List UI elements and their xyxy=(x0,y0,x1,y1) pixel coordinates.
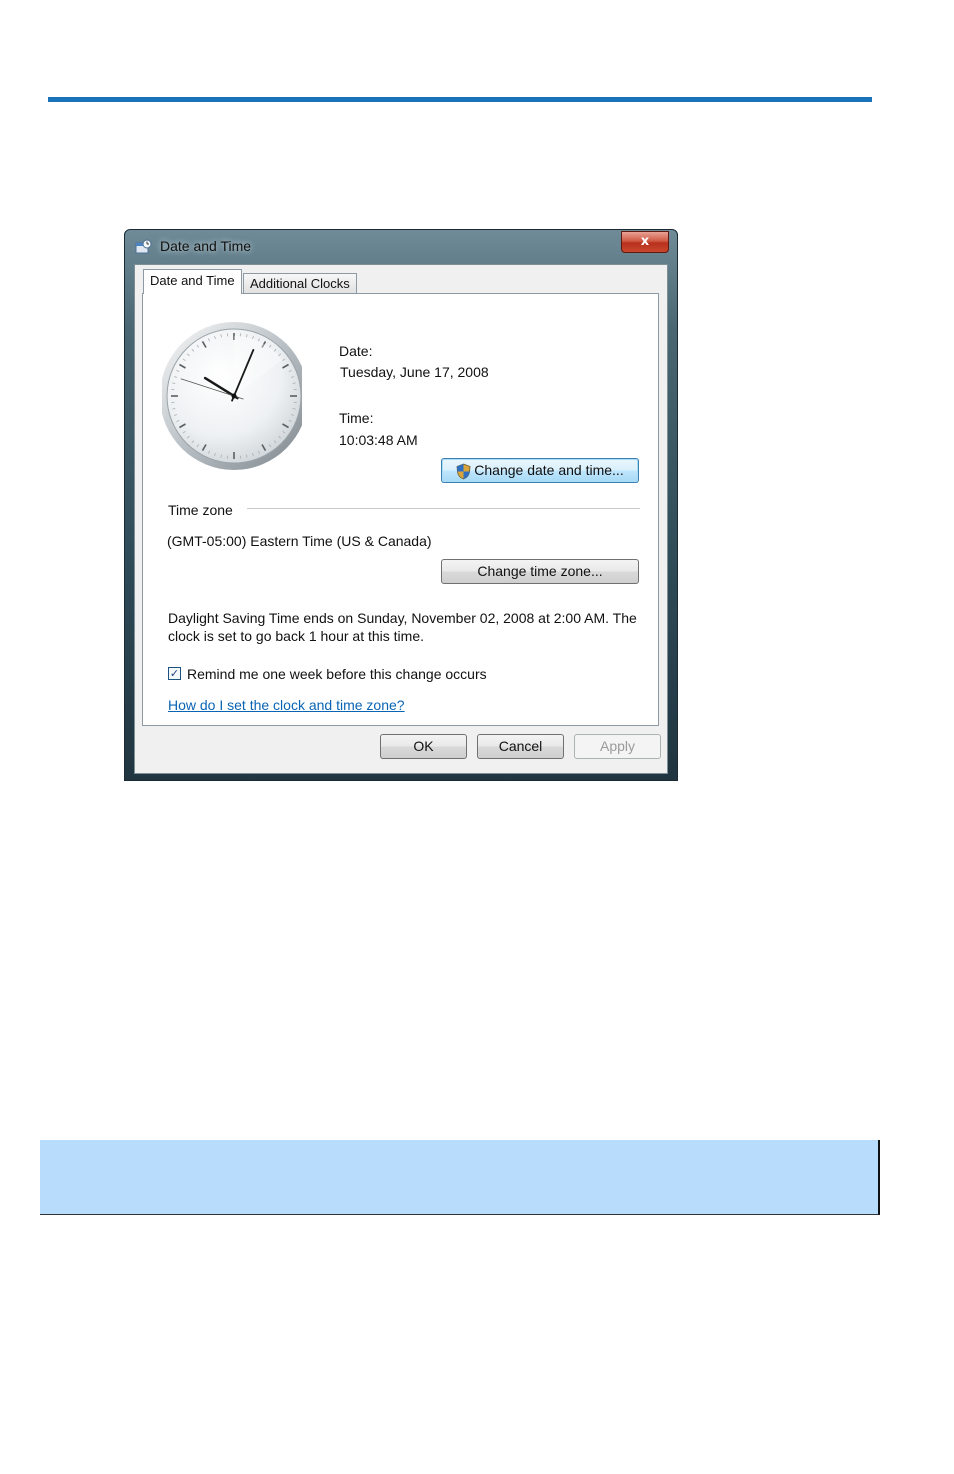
time-value: 10:03:48 AM xyxy=(339,432,418,448)
time-zone-value: (GMT-05:00) Eastern Time (US & Canada) xyxy=(167,533,432,549)
uac-shield-icon xyxy=(456,463,471,480)
cancel-button[interactable]: Cancel xyxy=(477,734,564,759)
close-button[interactable]: x xyxy=(621,231,669,253)
apply-button[interactable]: Apply xyxy=(574,734,661,759)
tab-date-and-time[interactable]: Date and Time xyxy=(143,269,242,294)
change-date-and-time-label: Change date and time... xyxy=(474,462,624,478)
help-link[interactable]: How do I set the clock and time zone? xyxy=(168,697,405,713)
title-bar[interactable]: Date and Time x xyxy=(125,230,677,263)
clock-center-pin xyxy=(231,393,237,399)
time-label: Time: xyxy=(339,410,374,426)
note-bar xyxy=(40,1140,880,1215)
date-and-time-dialog: Date and Time x Date and Time Additional… xyxy=(124,229,678,781)
dst-notice-line-2: clock is set to go back 1 hour at this t… xyxy=(168,628,425,644)
time-zone-header: Time zone xyxy=(168,502,233,518)
change-date-and-time-button[interactable]: Change date and time... xyxy=(441,458,639,483)
tab-additional-clocks[interactable]: Additional Clocks xyxy=(243,273,357,294)
top-rule-divider xyxy=(48,97,872,102)
ok-button[interactable]: OK xyxy=(380,734,467,759)
date-value: Tuesday, June 17, 2008 xyxy=(340,364,489,380)
window-title: Date and Time xyxy=(160,238,252,254)
dst-notice-line-1: Daylight Saving Time ends on Sunday, Nov… xyxy=(168,610,637,626)
time-zone-divider xyxy=(247,508,640,509)
tab-panel: Date: Tuesday, June 17, 2008 Time: 10:03… xyxy=(142,293,659,726)
date-label: Date: xyxy=(339,343,373,359)
date-time-app-icon xyxy=(135,239,152,254)
change-time-zone-button[interactable]: Change time zone... xyxy=(441,559,639,584)
remind-checkbox[interactable]: ✓ xyxy=(168,667,181,680)
analog-clock xyxy=(162,322,302,470)
remind-checkbox-label[interactable]: Remind me one week before this change oc… xyxy=(187,666,487,682)
dialog-client-area: Date and Time Additional Clocks Date: Tu… xyxy=(134,264,668,774)
